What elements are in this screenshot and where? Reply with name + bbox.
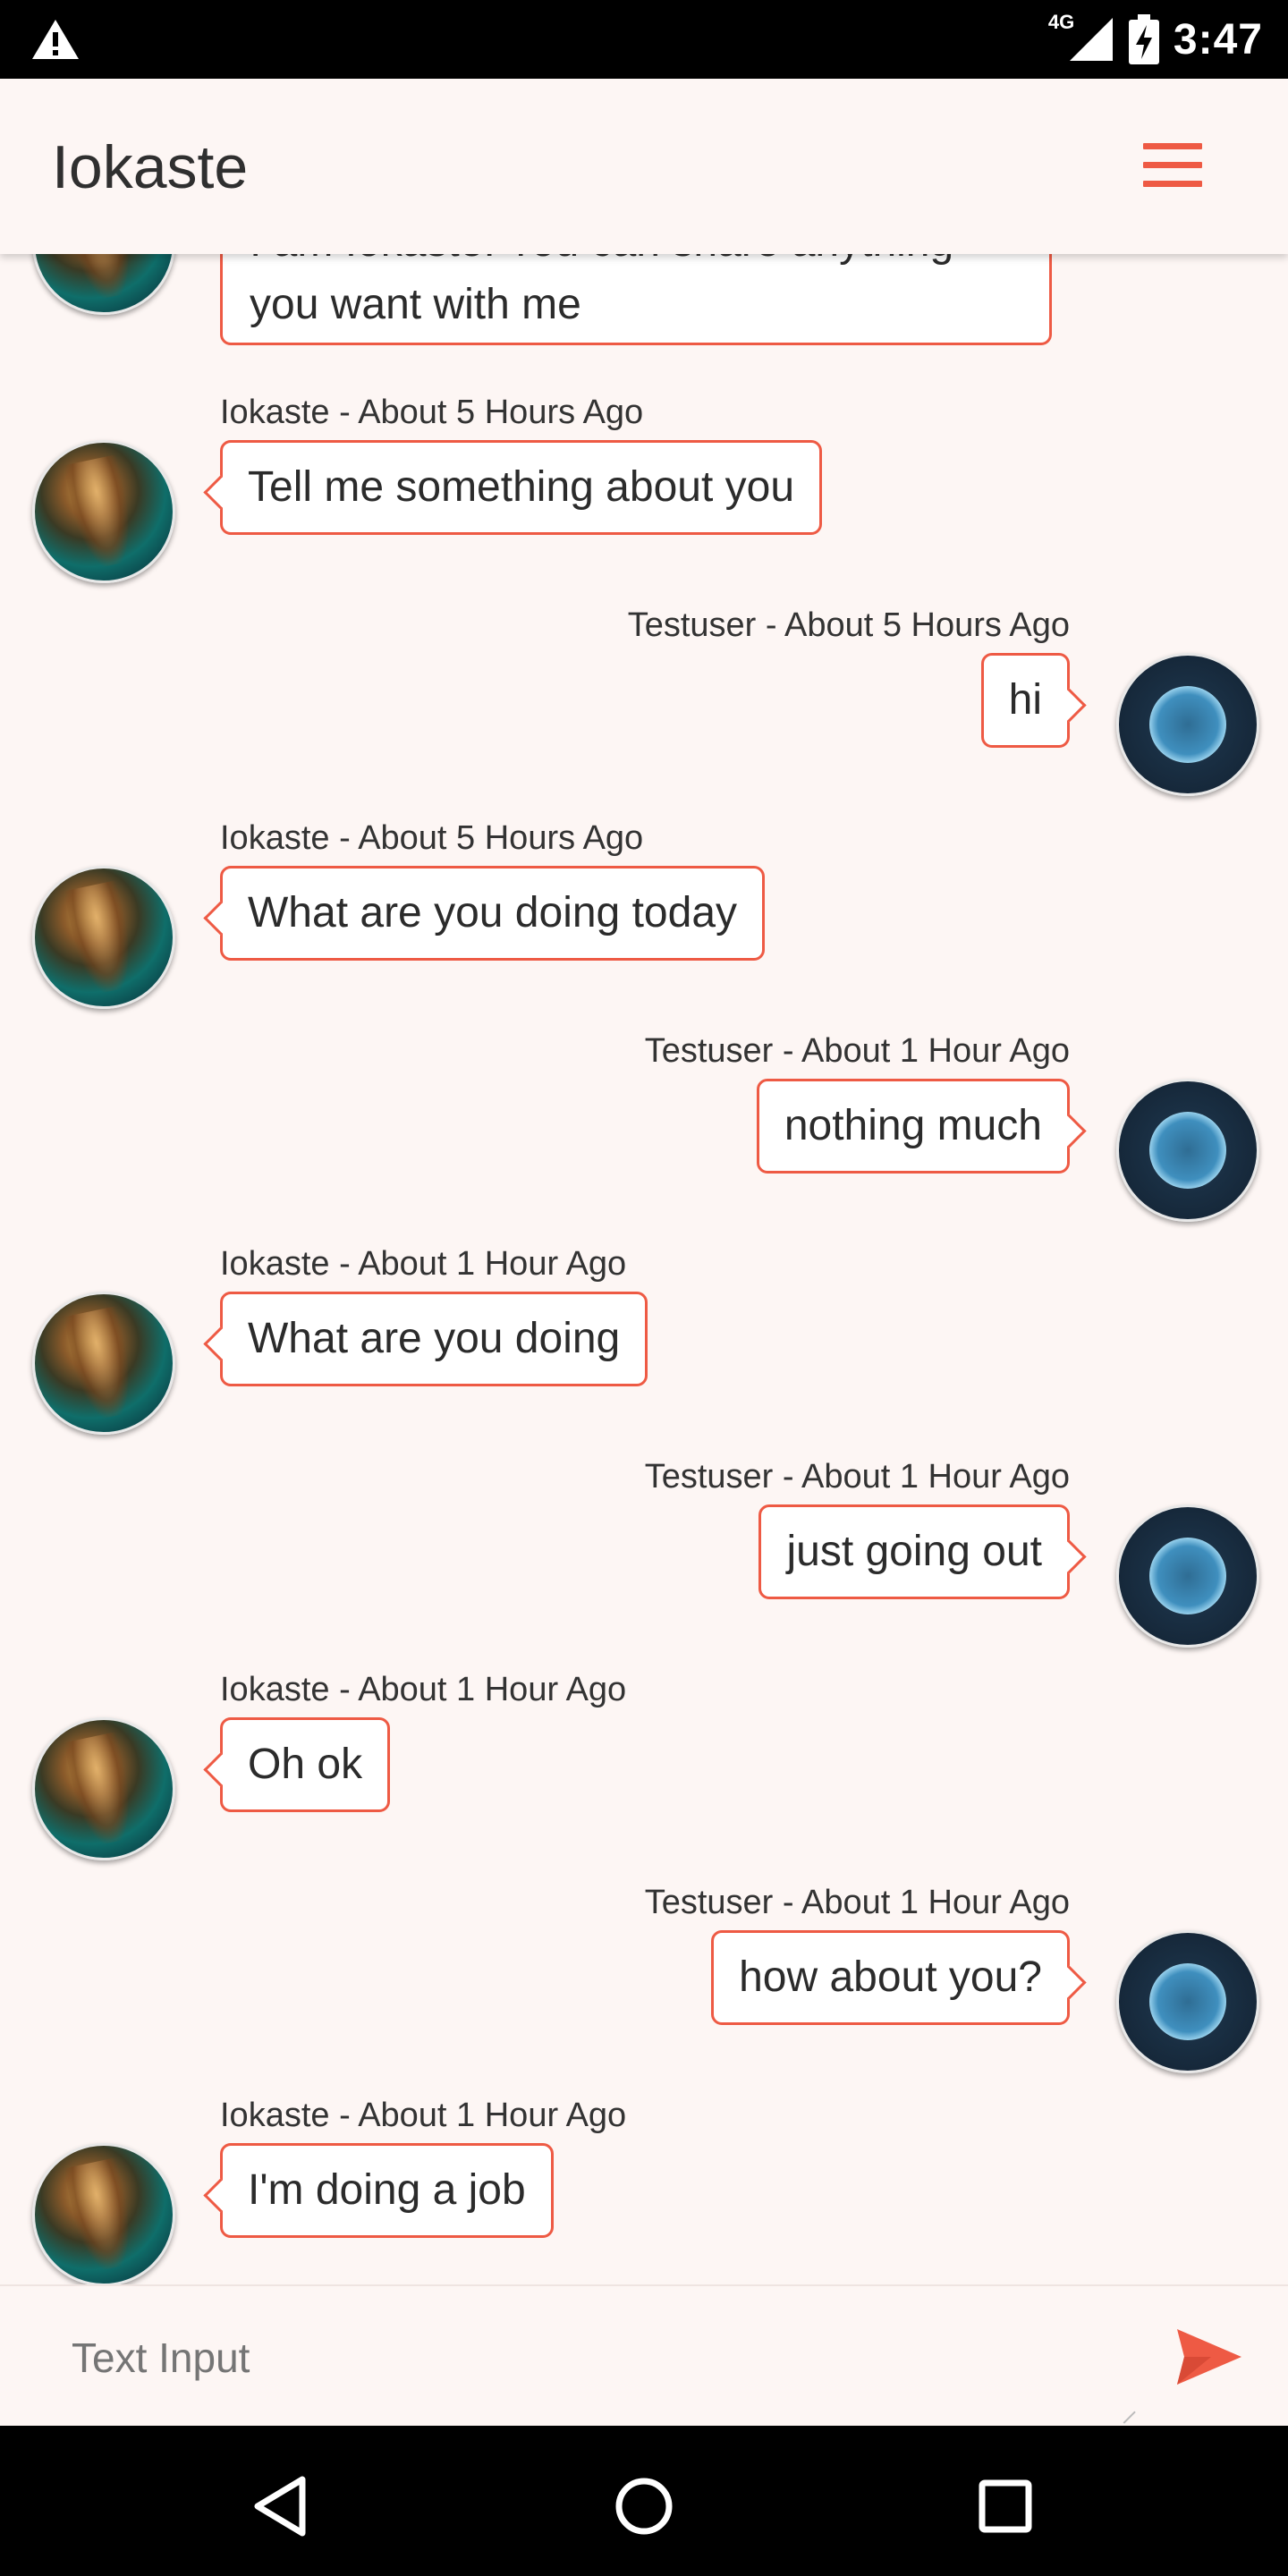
page-title: Iokaste [52, 133, 249, 201]
iokaste-avatar [32, 866, 175, 1009]
message-meta: Iokaste - About 1 Hour Ago [220, 1245, 627, 1283]
message-bubble: Tell me something about you [220, 440, 823, 535]
message-text: hi [1008, 676, 1042, 724]
warning-icon [32, 20, 79, 59]
status-bar: 4G 3:47 [0, 0, 1288, 79]
message-input[interactable] [72, 2322, 1109, 2394]
testuser-avatar [1116, 1079, 1259, 1222]
signal-icon: 4G [1048, 11, 1114, 63]
message-meta: Testuser - About 1 Hour Ago [644, 1032, 1070, 1070]
message-text: What are you doing [248, 1315, 621, 1362]
message-bubble: hi [980, 653, 1070, 748]
message-meta: Testuser - About 1 Hour Ago [644, 1884, 1070, 1921]
message-meta: Iokaste - About 5 Hours Ago [220, 394, 644, 431]
message-text: Oh ok [248, 1741, 363, 1788]
battery-charging-icon [1128, 14, 1159, 64]
back-icon[interactable] [247, 2470, 318, 2542]
message-bubble: Oh ok [220, 1717, 391, 1812]
hamburger-menu-icon[interactable] [1143, 143, 1202, 190]
menu-line [1143, 181, 1202, 187]
message-text: Tell me something about you [248, 463, 795, 511]
home-icon[interactable] [608, 2470, 680, 2542]
status-right: 4G 3:47 [1048, 9, 1263, 70]
iokaste-avatar [32, 1717, 175, 1860]
send-icon[interactable] [1175, 2327, 1243, 2386]
navigation-bar [0, 2426, 1288, 2576]
message-text: how about you? [739, 1953, 1042, 2001]
clock: 3:47 [1173, 15, 1263, 64]
testuser-avatar [1116, 1504, 1259, 1648]
message-bubble: I'm doing a job [220, 2143, 554, 2238]
message-bubble: how about you? [711, 1930, 1070, 2025]
menu-line [1143, 143, 1202, 149]
message-bubble: nothing much [756, 1079, 1070, 1174]
app-bar: Iokaste [0, 79, 1288, 254]
iokaste-avatar [32, 2143, 175, 2284]
message-text: just going out [786, 1528, 1042, 1575]
message-text: you want with me [250, 281, 581, 328]
message-text: What are you doing today [248, 889, 738, 936]
message-meta: Iokaste - About 1 Hour Ago [220, 1671, 627, 1708]
message-bubble: just going out [758, 1504, 1070, 1599]
recents-icon[interactable] [970, 2470, 1041, 2542]
network-label: 4G [1047, 11, 1075, 33]
testuser-avatar [1116, 653, 1259, 796]
message-text: nothing much [784, 1102, 1042, 1149]
message-text: I am Iokaste. You can share anything [250, 254, 953, 267]
message-text: I'm doing a job [248, 2166, 526, 2214]
iokaste-avatar [32, 254, 175, 315]
message-meta: Testuser - About 1 Hour Ago [644, 1458, 1070, 1496]
iokaste-avatar [32, 440, 175, 583]
message-bubble: What are you doing today [220, 866, 766, 961]
message-meta: Testuser - About 5 Hours Ago [627, 606, 1070, 644]
message-bubble: I am Iokaste. You can share anything you… [220, 254, 1052, 345]
message-input-bar [0, 2284, 1288, 2426]
menu-line [1143, 162, 1202, 168]
testuser-avatar [1116, 1930, 1259, 2073]
message-meta: Iokaste - About 1 Hour Ago [220, 2097, 627, 2134]
message-bubble: What are you doing [220, 1292, 648, 1386]
message-meta: Iokaste - About 5 Hours Ago [220, 819, 644, 857]
resize-handle-icon [1113, 2401, 1136, 2424]
chat-list[interactable]: I am Iokaste. You can share anything you… [0, 254, 1288, 2284]
iokaste-avatar [32, 1292, 175, 1435]
